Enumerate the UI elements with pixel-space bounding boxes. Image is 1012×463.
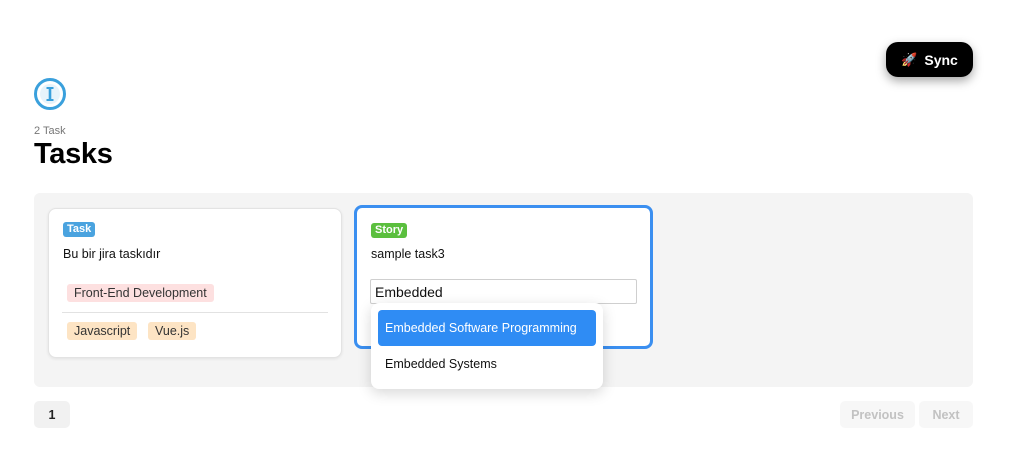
task-type-badge: Task [63,222,96,237]
previous-button[interactable]: Previous [840,401,915,428]
sync-label: Sync [924,51,958,68]
task-summary: Bu bir jira taskıdır [63,247,161,261]
suggestion-dropdown: Embedded Software Programming Embedded S… [371,303,603,389]
suggestion-item[interactable]: Embedded Software Programming [378,310,596,346]
page-title: Tasks [34,138,113,170]
task-count: 2 Task [34,125,66,137]
skill-tag: Javascript [67,322,138,340]
category-tag: Front-End Development [67,284,214,302]
story-summary: sample task3 [371,247,445,261]
story-type-badge: Story [371,223,408,238]
page-number-button[interactable]: 1 [34,401,70,428]
label-search-input[interactable] [370,279,637,304]
next-button[interactable]: Next [919,401,973,428]
rocket-icon: 🚀 [901,51,918,67]
skill-tag: Vue.js [148,322,197,340]
info-circle-icon [34,78,66,110]
sync-button[interactable]: 🚀 Sync [886,42,973,77]
suggestion-item[interactable]: Embedded Systems [378,346,596,382]
card-divider [62,312,328,313]
